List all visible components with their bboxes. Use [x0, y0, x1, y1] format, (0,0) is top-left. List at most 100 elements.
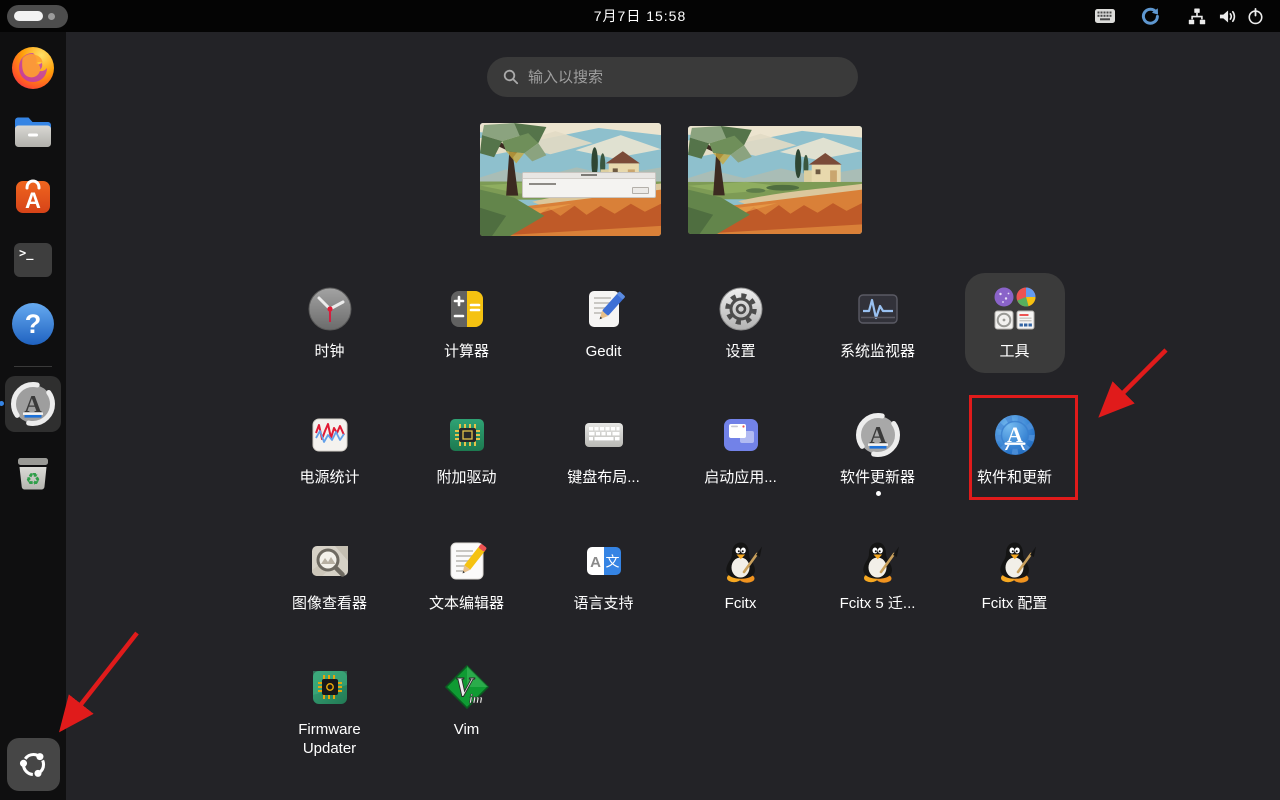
app-system-monitor[interactable]: 系统监视器 — [809, 273, 946, 399]
trash-icon: ♻ — [9, 448, 57, 496]
app-clock[interactable]: 时钟 — [261, 273, 398, 399]
calculator-icon — [443, 285, 491, 333]
power-icon[interactable] — [1247, 8, 1264, 25]
search-icon — [503, 69, 519, 85]
show-apps-icon — [15, 746, 52, 783]
app-firmware-updater[interactable]: Firmware Updater — [261, 651, 398, 777]
app-label: 电源统计 — [299, 468, 359, 487]
app-label: 计算器 — [444, 342, 489, 361]
app-label: 设置 — [725, 342, 755, 361]
app-fcitx[interactable]: Fcitx — [672, 525, 809, 651]
files-icon — [9, 108, 57, 156]
app-label: Gedit — [586, 342, 622, 361]
keyboard-icon[interactable] — [1095, 9, 1115, 23]
app-fcitx[interactable]: Fcitx 配置 — [946, 525, 1083, 651]
app-label: Fcitx — [725, 594, 757, 613]
app-label: Fcitx 5 迁... — [840, 594, 916, 613]
fcitx-icon — [717, 537, 765, 585]
keyboard-layout-icon — [580, 411, 628, 459]
network-wired-icon[interactable] — [1188, 8, 1206, 25]
app-label: 系统监视器 — [840, 342, 915, 361]
workspace-thumbnail-2[interactable] — [688, 126, 862, 234]
dock-item-trash[interactable]: ♻ — [9, 448, 57, 496]
annotation-arrow-show-apps — [64, 633, 137, 726]
clock[interactable]: 7月7日 15:58 — [0, 0, 1280, 32]
app-label: 工具 — [999, 342, 1029, 361]
help-icon: ? — [9, 300, 57, 348]
app-startup-apps[interactable]: 启动应用... — [672, 399, 809, 525]
volume-icon[interactable] — [1218, 8, 1237, 25]
settings-icon — [717, 285, 765, 333]
software-update-icon[interactable] — [1141, 7, 1160, 26]
dock-item-software-updater[interactable]: A — [5, 376, 61, 432]
drivers-icon — [443, 411, 491, 459]
fcitx-icon — [854, 537, 902, 585]
software-updates-icon: A — [991, 411, 1039, 459]
app-text-editor[interactable]: 文本编辑器 — [398, 525, 535, 651]
app-label: 语言支持 — [573, 594, 633, 613]
dock-item-firefox[interactable] — [9, 44, 57, 92]
software-updater-icon: A — [854, 411, 902, 459]
app-tools-folder-folder[interactable]: 工具 — [946, 273, 1083, 399]
image-viewer-icon — [306, 537, 354, 585]
dock-item-help[interactable]: ? — [9, 300, 57, 348]
svg-text:A: A — [25, 188, 41, 213]
app-image-viewer[interactable]: 图像查看器 — [261, 525, 398, 651]
workspace-thumbnail-1[interactable] — [480, 123, 661, 236]
startup-apps-icon — [717, 411, 765, 459]
app-grid: 时钟 计算器 Gedit 设置 系统监视器 工具电源统计 附加驱动 键盘布局... 启动应用..… — [261, 273, 1083, 777]
app-label: Fcitx 配置 — [982, 594, 1048, 613]
top-bar: 7月7日 15:58 — [0, 0, 1280, 32]
app-gedit[interactable]: Gedit — [535, 273, 672, 399]
tools-folder-icon — [991, 285, 1039, 333]
svg-text:>_: >_ — [19, 246, 34, 261]
app-label: 键盘布局... — [567, 468, 640, 487]
running-dot — [876, 491, 881, 496]
app-software-updates[interactable]: A软件和更新 — [946, 399, 1083, 525]
app-keyboard-layout[interactable]: 键盘布局... — [535, 399, 672, 525]
svg-text:文: 文 — [605, 554, 619, 570]
text-editor-icon — [443, 537, 491, 585]
firmware-updater-icon — [306, 663, 354, 711]
terminal-icon: >_ — [9, 236, 57, 284]
gnome-activities-overview: 7月7日 15:58 — [0, 0, 1280, 800]
fcitx-icon — [991, 537, 1039, 585]
svg-text:im: im — [469, 691, 483, 706]
status-area[interactable] — [1095, 0, 1264, 32]
app-label: 时钟 — [314, 342, 344, 361]
search-input[interactable] — [528, 69, 842, 86]
app-power-stats[interactable]: 电源统计 — [261, 399, 398, 525]
dock-divider — [14, 366, 52, 367]
running-indicator — [0, 401, 4, 406]
system-monitor-icon — [854, 285, 902, 333]
app-label: 文本编辑器 — [429, 594, 504, 613]
app-label: 软件更新器 — [840, 468, 915, 487]
svg-text:A: A — [590, 554, 601, 571]
dock-item-app-center[interactable]: A — [9, 172, 57, 220]
app-software-updater[interactable]: A 软件更新器 — [809, 399, 946, 525]
app-drivers[interactable]: 附加驱动 — [398, 399, 535, 525]
app-label: 附加驱动 — [436, 468, 496, 487]
app-language-support[interactable]: A文语言支持 — [535, 525, 672, 651]
svg-text:?: ? — [25, 309, 42, 339]
show-apps-button[interactable] — [7, 738, 60, 791]
power-stats-icon — [306, 411, 354, 459]
vim-icon: Vim — [443, 663, 491, 711]
clock-icon — [306, 285, 354, 333]
gedit-icon — [580, 285, 628, 333]
dock: A >_ ? A — [0, 32, 66, 800]
dock-item-terminal[interactable]: >_ — [9, 236, 57, 284]
app-label: Vim — [454, 720, 480, 739]
app-calculator[interactable]: 计算器 — [398, 273, 535, 399]
dialog-window-preview — [522, 172, 656, 198]
firefox-icon — [9, 44, 57, 92]
app-vim[interactable]: Vim Vim — [398, 651, 535, 777]
app-label: 启动应用... — [704, 468, 777, 487]
app-settings[interactable]: 设置 — [672, 273, 809, 399]
dock-item-files[interactable] — [9, 108, 57, 156]
search-bar[interactable] — [487, 57, 858, 97]
app-fcitx[interactable]: Fcitx 5 迁... — [809, 525, 946, 651]
app-center-icon: A — [9, 172, 57, 220]
software-updater-icon: A — [9, 380, 57, 428]
svg-text:♻: ♻ — [25, 470, 40, 489]
